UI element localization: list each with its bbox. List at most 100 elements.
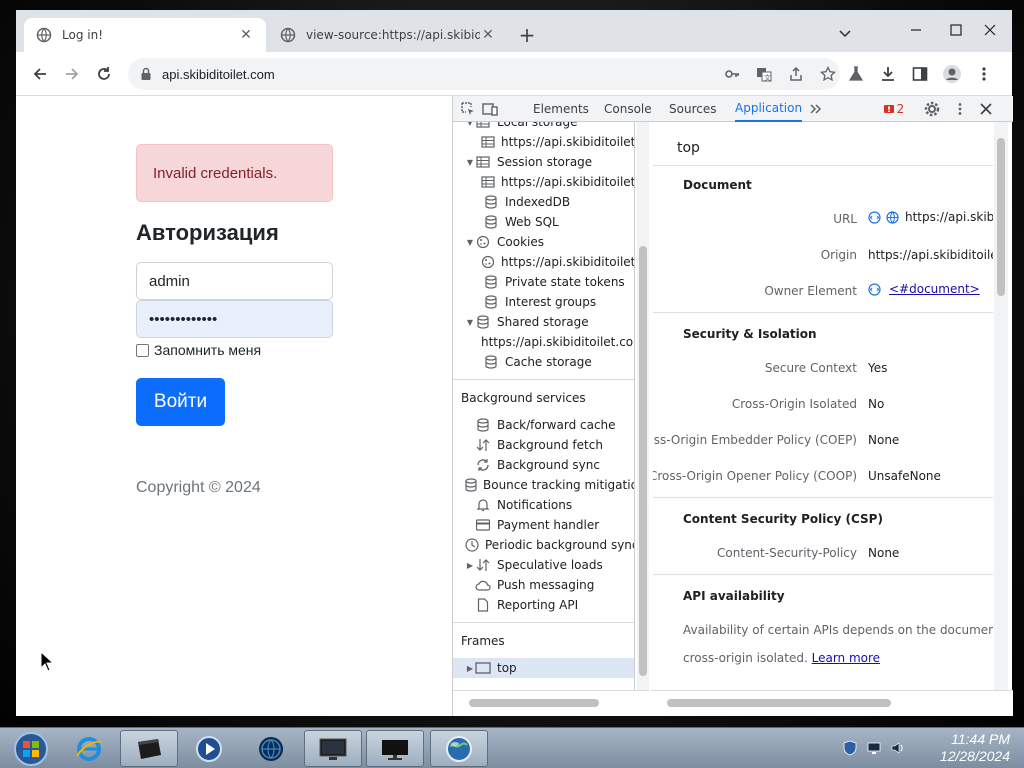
username-input[interactable]: admin xyxy=(136,262,333,300)
expand-arrow-icon[interactable]: ▶ xyxy=(465,664,475,673)
details-scroll-thumb[interactable] xyxy=(997,138,1005,296)
reveal-in-sources-icon[interactable] xyxy=(868,210,881,224)
mouse-cursor-icon xyxy=(40,651,55,672)
tree-item[interactable]: Interest groups xyxy=(453,292,634,312)
network-globe-icon[interactable] xyxy=(886,210,899,224)
error-alert: Invalid credentials. xyxy=(136,144,333,202)
shield-icon[interactable] xyxy=(842,740,858,756)
tree-item[interactable]: ▼ Session storage xyxy=(453,152,634,172)
file-icon xyxy=(475,598,491,612)
bookmark-star-icon[interactable] xyxy=(818,64,838,84)
tree-item[interactable]: ▼ Cookies xyxy=(453,232,634,252)
reload-button[interactable] xyxy=(90,60,118,88)
taskbar-chrome[interactable] xyxy=(430,730,488,767)
expand-arrow-icon[interactable]: ▼ xyxy=(465,122,475,127)
tree-item[interactable]: https://api.skibiditoilet.com xyxy=(453,332,634,352)
details-hscrollbar[interactable] xyxy=(651,690,1013,716)
learn-more-link[interactable]: Learn more xyxy=(812,651,880,665)
remember-checkbox[interactable] xyxy=(136,343,149,357)
csp-label: Content-Security-Policy xyxy=(717,546,857,560)
expand-arrow-icon[interactable]: ▶ xyxy=(465,561,475,570)
close-tab-icon[interactable]: ✕ xyxy=(238,27,254,43)
share-icon[interactable] xyxy=(786,64,806,84)
tab-view-source[interactable]: view-source:https://api.skibiditoilet.co… xyxy=(268,18,508,52)
tree-item[interactable]: https://api.skibiditoilet.com xyxy=(453,132,634,152)
tree-item[interactable]: Notifications xyxy=(453,495,634,515)
menu-button[interactable] xyxy=(970,60,998,88)
sidebar-hscroll-thumb[interactable] xyxy=(469,699,599,707)
sidebar-scroll-thumb[interactable] xyxy=(639,246,647,676)
taskbar-app-display[interactable] xyxy=(366,730,424,767)
taskbar-media-player[interactable] xyxy=(180,730,238,767)
taskbar-internet-explorer[interactable] xyxy=(60,730,118,767)
bell-icon xyxy=(475,498,491,512)
downloads-button[interactable] xyxy=(874,60,902,88)
tree-item[interactable]: ▶ Speculative loads xyxy=(453,555,634,575)
back-button[interactable] xyxy=(26,60,54,88)
tree-item[interactable]: IndexedDB xyxy=(453,192,634,212)
tree-item[interactable]: Bounce tracking mitigations xyxy=(453,475,634,495)
more-tabs-icon[interactable] xyxy=(807,100,825,118)
network-icon[interactable] xyxy=(866,740,882,756)
forward-button[interactable] xyxy=(58,60,86,88)
details-hscroll-thumb[interactable] xyxy=(667,699,891,707)
address-bar[interactable]: api.skibiditoilet.com 文 xyxy=(128,58,840,90)
system-clock[interactable]: 11:44 PM 12/28/2024 xyxy=(940,731,1010,765)
tree-item[interactable]: Web SQL xyxy=(453,212,634,232)
minimize-icon xyxy=(911,29,921,31)
login-button[interactable]: Войти xyxy=(136,378,225,426)
globe-app-icon xyxy=(259,736,283,761)
tab-elements[interactable]: Elements xyxy=(533,96,589,122)
remember-me[interactable]: Запомнить меня xyxy=(136,342,261,358)
tree-item[interactable]: Reporting API xyxy=(453,595,634,615)
chevron-down-icon[interactable] xyxy=(834,22,856,44)
profile-button[interactable] xyxy=(938,60,966,88)
tree-item[interactable]: ▼ Local storage xyxy=(453,122,634,132)
expand-arrow-icon[interactable]: ▼ xyxy=(465,318,475,327)
expand-arrow-icon[interactable]: ▼ xyxy=(465,238,475,247)
tree-item[interactable]: https://api.skibiditoilet.com xyxy=(453,172,634,192)
tree-item-frame-top[interactable]: ▶ top xyxy=(453,658,634,678)
inspect-element-icon[interactable] xyxy=(459,100,477,118)
volume-icon[interactable] xyxy=(890,740,906,756)
details-scrollbar[interactable] xyxy=(994,122,1008,690)
tree-item[interactable]: Payment handler xyxy=(453,515,634,535)
tab-sources[interactable]: Sources xyxy=(669,96,716,122)
close-window-button[interactable] xyxy=(970,18,1010,42)
tab-login[interactable]: Log in! ✕ xyxy=(24,18,266,52)
key-icon[interactable] xyxy=(722,64,742,84)
tree-item[interactable]: Cache storage xyxy=(453,352,634,372)
tree-item[interactable]: https://api.skibiditoilet.com xyxy=(453,252,634,272)
tree-item[interactable]: Back/forward cache xyxy=(453,415,634,435)
password-input[interactable]: ••••••••••••• xyxy=(136,300,333,338)
tree-item[interactable]: Push messaging xyxy=(453,575,634,595)
close-tab-icon[interactable]: ✕ xyxy=(480,27,496,43)
sidebar-scrollbar[interactable] xyxy=(637,122,649,690)
tree-item[interactable]: Background sync xyxy=(453,455,634,475)
taskbar-app-monitor[interactable] xyxy=(304,730,362,767)
start-button[interactable] xyxy=(2,730,60,767)
sidebar-hscrollbar[interactable] xyxy=(453,690,649,716)
device-toolbar-icon[interactable] xyxy=(481,100,499,118)
monitor-icon xyxy=(319,738,347,760)
taskbar-globe-app[interactable] xyxy=(242,730,300,767)
minimize-button[interactable] xyxy=(896,18,936,42)
issues-badge[interactable]: 2 xyxy=(881,100,907,118)
extensions-button[interactable] xyxy=(842,60,870,88)
translate-icon[interactable]: 文 xyxy=(754,64,774,84)
side-panel-button[interactable] xyxy=(906,60,934,88)
tree-item[interactable]: ▼ Shared storage xyxy=(453,312,634,332)
tree-item[interactable]: Background fetch xyxy=(453,435,634,455)
reveal-in-elements-icon[interactable] xyxy=(868,282,881,296)
tab-application[interactable]: Application xyxy=(735,96,803,122)
new-tab-button[interactable]: + xyxy=(516,24,538,46)
close-devtools-icon[interactable] xyxy=(977,100,995,118)
taskbar-app-terminal[interactable] xyxy=(120,730,178,767)
more-vert-icon[interactable] xyxy=(951,100,969,118)
tree-item[interactable]: Private state tokens xyxy=(453,272,634,292)
expand-arrow-icon[interactable]: ▼ xyxy=(465,158,475,167)
tab-console[interactable]: Console xyxy=(604,96,652,122)
tree-item[interactable]: Periodic background sync xyxy=(453,535,634,555)
owner-element-link[interactable]: <#document> xyxy=(889,282,980,296)
settings-icon[interactable] xyxy=(923,100,941,118)
